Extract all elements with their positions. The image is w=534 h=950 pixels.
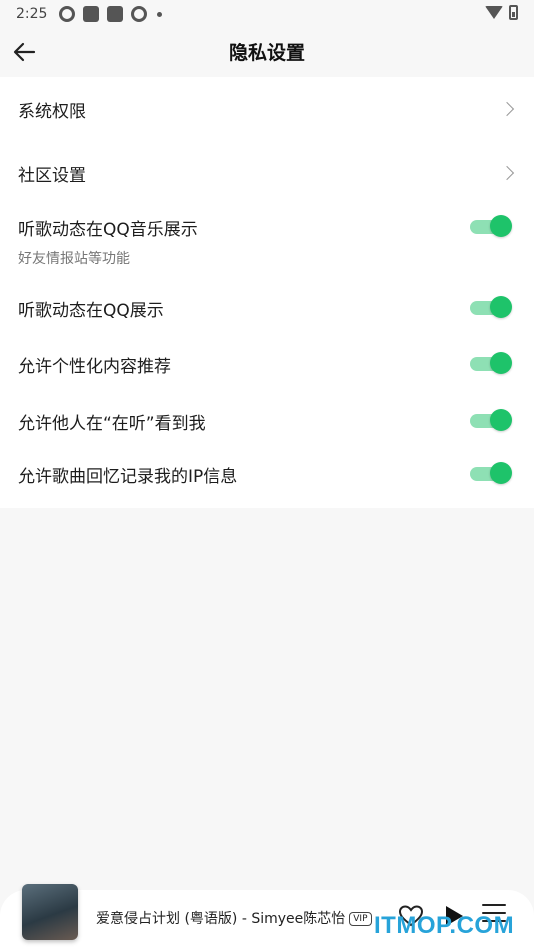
setting-row-ip-info: 允许歌曲回忆记录我的IP信息	[0, 448, 534, 496]
toggle-switch[interactable]	[470, 409, 512, 431]
system-icons	[485, 5, 518, 20]
setting-row-others-see-me: 允许他人在“在听”看到我	[0, 392, 534, 448]
setting-row-listening-qq: 听歌动态在QQ展示	[0, 279, 534, 335]
battery-icon	[509, 5, 518, 20]
more-notifications-icon	[157, 11, 163, 17]
status-bar: 2:25	[0, 0, 534, 28]
setting-row-personalized: 允许个性化内容推荐	[0, 335, 534, 392]
notification-icon	[107, 6, 124, 22]
song-title: 爱意侵占计划 (粤语版) - Simyee陈芯怡	[96, 911, 346, 927]
toggle-switch[interactable]	[470, 215, 512, 237]
app-header: 隐私设置	[0, 28, 534, 76]
now-playing-title[interactable]: 爱意侵占计划 (粤语版) - Simyee陈芯怡 VIP	[96, 908, 372, 928]
setting-label: 系统权限	[18, 102, 86, 122]
toggle-knob	[490, 409, 512, 431]
toggle-knob	[490, 462, 512, 484]
playlist-icon	[482, 904, 506, 906]
wifi-icon	[485, 6, 503, 19]
notification-icon	[131, 6, 148, 22]
toggle-knob	[490, 296, 512, 318]
chevron-right-icon	[499, 101, 515, 117]
setting-row-community[interactable]: 社区设置	[0, 141, 534, 199]
setting-label: 听歌动态在QQ音乐展示	[18, 220, 198, 240]
watermark: ITMOP.COM	[374, 912, 515, 939]
setting-label: 听歌动态在QQ展示	[18, 301, 164, 321]
notification-icon	[83, 6, 100, 22]
toggle-knob	[490, 215, 512, 237]
toggle-knob	[490, 352, 512, 374]
status-time: 2:25	[16, 6, 48, 22]
vip-badge: VIP	[349, 912, 372, 926]
setting-sublabel: 好友情报站等功能	[18, 251, 130, 267]
settings-list: 系统权限 社区设置 听歌动态在QQ音乐展示 好友情报站等功能 听歌动态在QQ展示…	[0, 77, 534, 508]
album-cover[interactable]	[22, 884, 78, 940]
setting-label: 允许个性化内容推荐	[18, 357, 171, 377]
notification-icon	[59, 6, 76, 22]
setting-row-system-permissions[interactable]: 系统权限	[0, 77, 534, 141]
toggle-switch[interactable]	[470, 352, 512, 374]
toggle-switch[interactable]	[470, 296, 512, 318]
setting-label: 社区设置	[18, 166, 86, 186]
page-title: 隐私设置	[228, 42, 305, 64]
chevron-right-icon	[499, 165, 515, 181]
setting-row-listening-qqmusic: 听歌动态在QQ音乐展示 好友情报站等功能	[0, 199, 534, 279]
toggle-switch[interactable]	[470, 462, 512, 484]
setting-label: 允许歌曲回忆记录我的IP信息	[18, 467, 238, 487]
setting-label: 允许他人在“在听”看到我	[18, 414, 206, 434]
